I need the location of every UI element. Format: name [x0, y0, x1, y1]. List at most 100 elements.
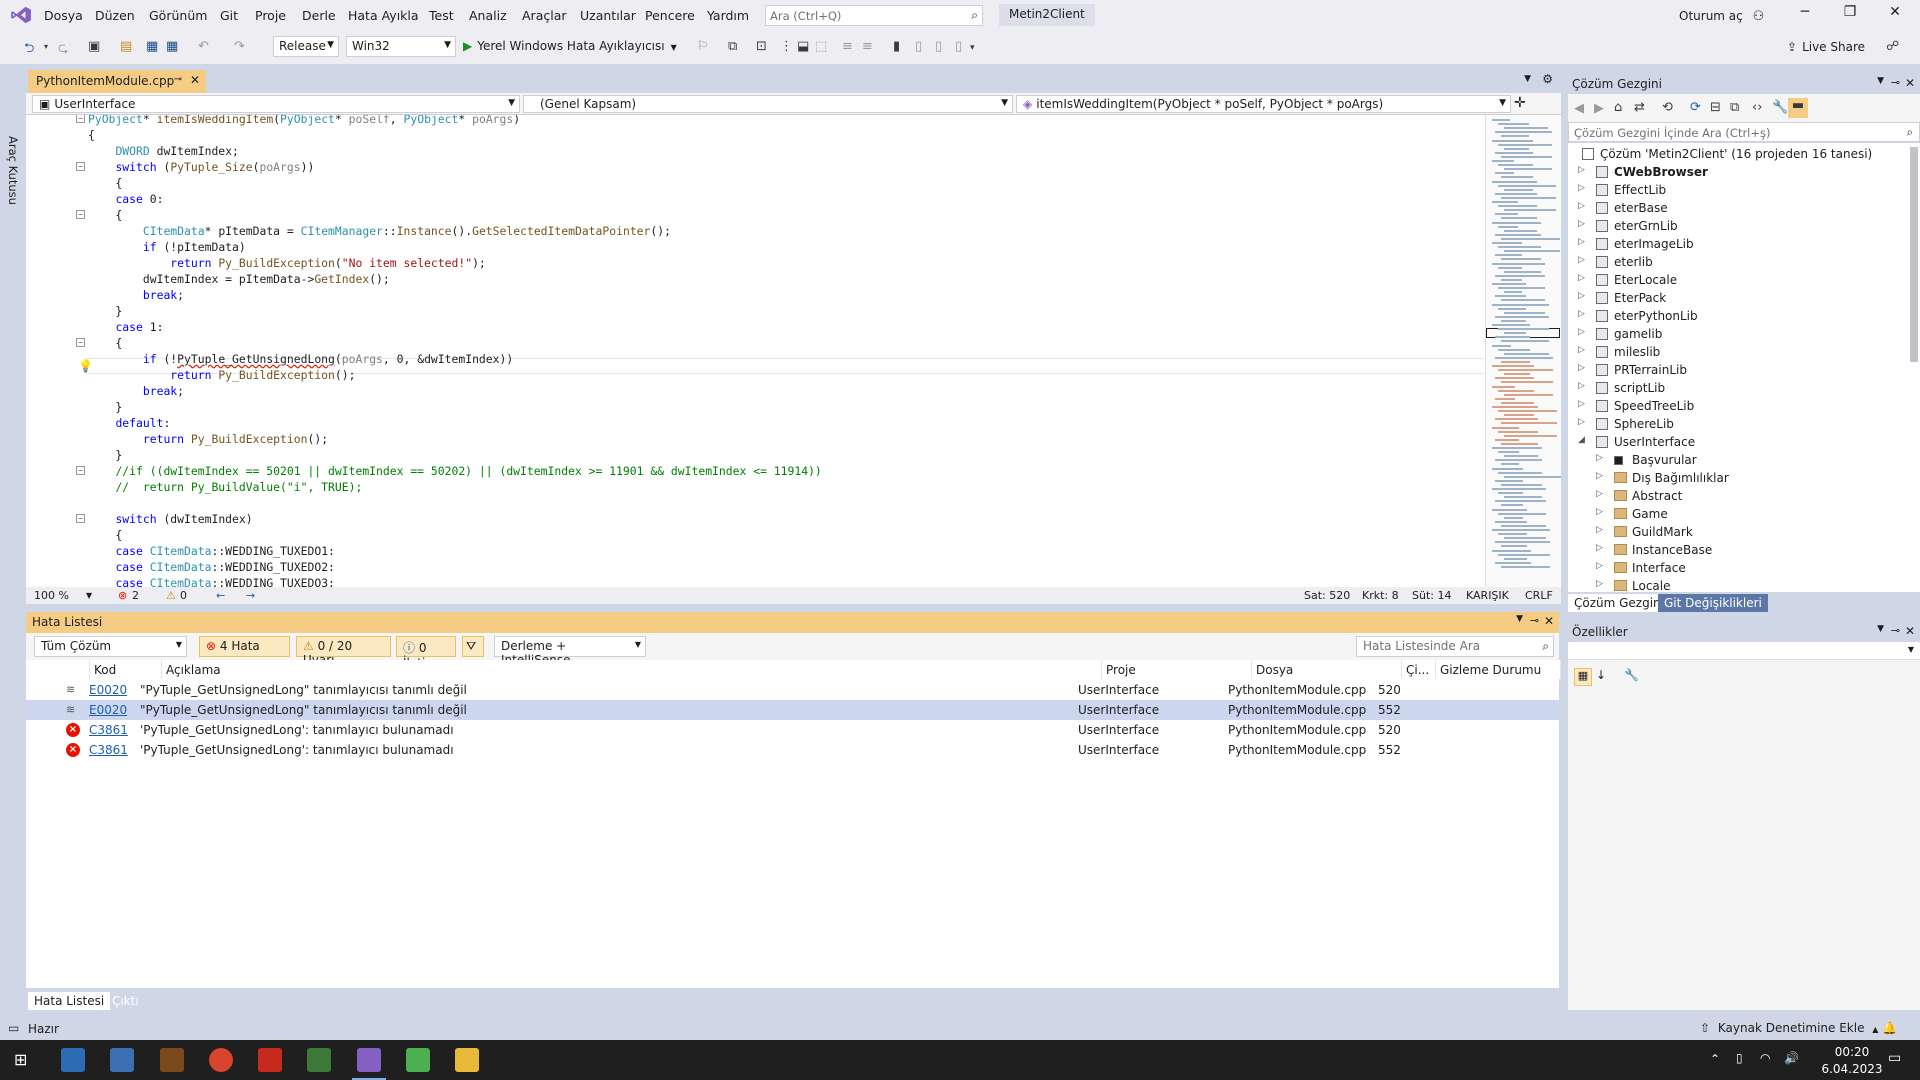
code-line[interactable]: − switch (dwItemIndex): [26, 512, 1485, 528]
code-line[interactable]: return Py_BuildException();: [26, 432, 1485, 448]
pending-changes-icon[interactable]: ⟲: [1662, 100, 1673, 115]
show-all-files-icon[interactable]: ⧉: [1730, 100, 1739, 115]
code-line[interactable]: {: [26, 128, 1485, 144]
folder-node[interactable]: ▷ Locale: [1594, 577, 1904, 592]
messages-filter-button[interactable]: ⓘ 0 İleti: [396, 636, 456, 670]
error-row[interactable]: × C3861 'PyTuple_GetUnsignedLong': tanımla…: [26, 720, 1559, 740]
battery-icon[interactable]: ▯: [1736, 1051, 1743, 1065]
comment-icon[interactable]: ≡: [842, 39, 853, 54]
error-count-icon[interactable]: ⊗: [118, 589, 127, 602]
collapsed-arrow-icon[interactable]: ▷: [1578, 201, 1585, 211]
menu-project[interactable]: Proje: [255, 8, 286, 23]
column-header-suppression[interactable]: Gizleme Durumu: [1436, 660, 1561, 679]
close-panel-icon[interactable]: ✕: [1905, 76, 1915, 90]
project-node[interactable]: ▷ EterLocale: [1576, 271, 1906, 289]
menu-view[interactable]: Görünüm: [149, 8, 207, 23]
expanded-arrow-icon[interactable]: ◢: [1578, 435, 1585, 445]
panel-menu-icon[interactable]: ▼: [1877, 624, 1884, 634]
build-filter-select[interactable]: Derleme + IntelliSense ▼: [494, 636, 646, 667]
tab-list-icon[interactable]: ▼: [1524, 74, 1531, 84]
action-center-icon[interactable]: ▭: [1888, 1050, 1901, 1066]
back-dropdown-icon[interactable]: ▾: [44, 42, 48, 51]
chevron-down-icon[interactable]: ▼: [86, 591, 92, 600]
collapsed-arrow-icon[interactable]: ▷: [1578, 345, 1585, 355]
alphabetical-sort-icon[interactable]: ↓: [1596, 668, 1606, 682]
tree-scrollbar-thumb[interactable]: [1910, 147, 1918, 362]
folder-node[interactable]: ▷ Başvurular: [1594, 451, 1904, 469]
clock-time[interactable]: 00:20: [1828, 1045, 1876, 1059]
column-header-code[interactable]: Kod: [90, 660, 162, 679]
collapsed-arrow-icon[interactable]: ▷: [1578, 165, 1585, 175]
sync-icon[interactable]: ⟳: [1690, 100, 1701, 115]
folder-node[interactable]: ▷ InstanceBase: [1594, 541, 1904, 559]
notifications-bell-icon[interactable]: 🔔: [1882, 1021, 1897, 1035]
menu-test[interactable]: Test: [429, 8, 454, 23]
indent-mode[interactable]: KARIŞIK: [1466, 589, 1509, 602]
column-header-sort[interactable]: [46, 660, 90, 679]
collapsed-arrow-icon[interactable]: ▷: [1578, 255, 1585, 265]
menu-extensions[interactable]: Uzantılar: [580, 8, 636, 23]
line-ending[interactable]: CRLF: [1525, 589, 1553, 602]
collapsed-arrow-icon[interactable]: ▷: [1578, 183, 1585, 193]
collapsed-arrow-icon[interactable]: ▷: [1596, 561, 1603, 571]
sign-in-link[interactable]: Oturum aç ⚇: [1679, 9, 1764, 24]
error-code[interactable]: C3861: [89, 723, 128, 737]
collapsed-arrow-icon[interactable]: ▷: [1578, 309, 1585, 319]
start-debugging-button[interactable]: ▶ Yerel Windows Hata Ayıklayıcısı ▼: [463, 39, 677, 53]
back-icon[interactable]: ◀: [1574, 101, 1584, 116]
close-window-button[interactable]: ✕: [1875, 4, 1915, 26]
source-control-button[interactable]: ⇧ Kaynak Denetimine Ekle ▲: [1700, 1021, 1878, 1035]
menu-file[interactable]: Dosya: [44, 8, 83, 23]
code-line[interactable]: return Py_BuildException("No item select…: [26, 256, 1485, 272]
collapsed-arrow-icon[interactable]: ▷: [1578, 417, 1585, 427]
clock-date[interactable]: 6.04.2023: [1816, 1062, 1888, 1076]
clear-filter-button[interactable]: ⛛: [462, 636, 484, 657]
collapsed-arrow-icon[interactable]: ▷: [1596, 579, 1603, 589]
property-pages-icon[interactable]: 🔧: [1624, 668, 1639, 682]
project-node[interactable]: ▷ eterlib: [1576, 253, 1906, 271]
error-row[interactable]: ≋ E0020 "PyTuple_GetUnsignedLong" tanımlay…: [26, 680, 1559, 700]
menu-build[interactable]: Derle: [302, 8, 336, 23]
collapsed-arrow-icon[interactable]: ▷: [1578, 327, 1585, 337]
undo-icon[interactable]: ↶: [198, 39, 209, 54]
error-code[interactable]: C3861: [89, 743, 128, 757]
code-line[interactable]: break;: [26, 288, 1485, 304]
panel-menu-icon[interactable]: ▼: [1877, 76, 1884, 86]
folder-node[interactable]: ▷ Dış Bağımlılıklar: [1594, 469, 1904, 487]
collapsed-arrow-icon[interactable]: ▷: [1596, 489, 1603, 499]
project-node[interactable]: ▷ eterPythonLib: [1576, 307, 1906, 325]
taskbar-notepad-icon[interactable]: [406, 1048, 430, 1072]
project-node[interactable]: ▷ EterPack: [1576, 289, 1906, 307]
zoom-level[interactable]: 100 %: [34, 589, 69, 602]
code-line[interactable]: [26, 496, 1485, 512]
global-search-input[interactable]: Ara (Ctrl+Q) ⌕: [765, 5, 983, 26]
project-node[interactable]: ▷ eterImageLib: [1576, 235, 1906, 253]
menu-edit[interactable]: Düzen: [95, 8, 135, 23]
redo-icon[interactable]: ↷: [234, 39, 245, 54]
settings-gear-icon[interactable]: ⚙: [1542, 72, 1553, 86]
open-folder-icon[interactable]: ▤: [120, 39, 132, 54]
folder-node[interactable]: ▷ Abstract: [1594, 487, 1904, 505]
collapsed-arrow-icon[interactable]: ▷: [1596, 453, 1603, 463]
fold-toggle-icon[interactable]: −: [76, 115, 85, 123]
preview-selected-icon[interactable]: ▬: [1788, 98, 1808, 118]
categorized-icon[interactable]: ▦: [1574, 668, 1592, 686]
screenshot-icon[interactable]: ⊡: [756, 39, 767, 54]
live-share-button[interactable]: ⇪ Live Share: [1787, 40, 1865, 54]
close-tab-icon[interactable]: ✕: [190, 73, 200, 87]
tab-output[interactable]: Çıktı: [106, 992, 145, 1010]
project-node[interactable]: ▷ mileslib: [1576, 343, 1906, 361]
project-node[interactable]: ▷ gamelib: [1576, 325, 1906, 343]
fold-toggle-icon[interactable]: −: [76, 162, 85, 171]
uncomment-icon[interactable]: ≡: [862, 39, 873, 54]
column-header-description[interactable]: Açıklama: [162, 660, 1102, 679]
code-line[interactable]: }: [26, 448, 1485, 464]
project-node[interactable]: ▷ scriptLib: [1576, 379, 1906, 397]
taskbar-app-3d-icon[interactable]: [61, 1048, 85, 1072]
hot-reload-icon[interactable]: ⬓: [797, 39, 809, 54]
collapsed-arrow-icon[interactable]: ▷: [1596, 525, 1603, 535]
code-line[interactable]: − {: [26, 336, 1485, 352]
document-tab[interactable]: PythonItemModule.cpp ⊸ ✕: [28, 70, 206, 93]
collapsed-arrow-icon[interactable]: ▷: [1578, 273, 1585, 283]
project-node[interactable]: ▷ EffectLib: [1576, 181, 1906, 199]
